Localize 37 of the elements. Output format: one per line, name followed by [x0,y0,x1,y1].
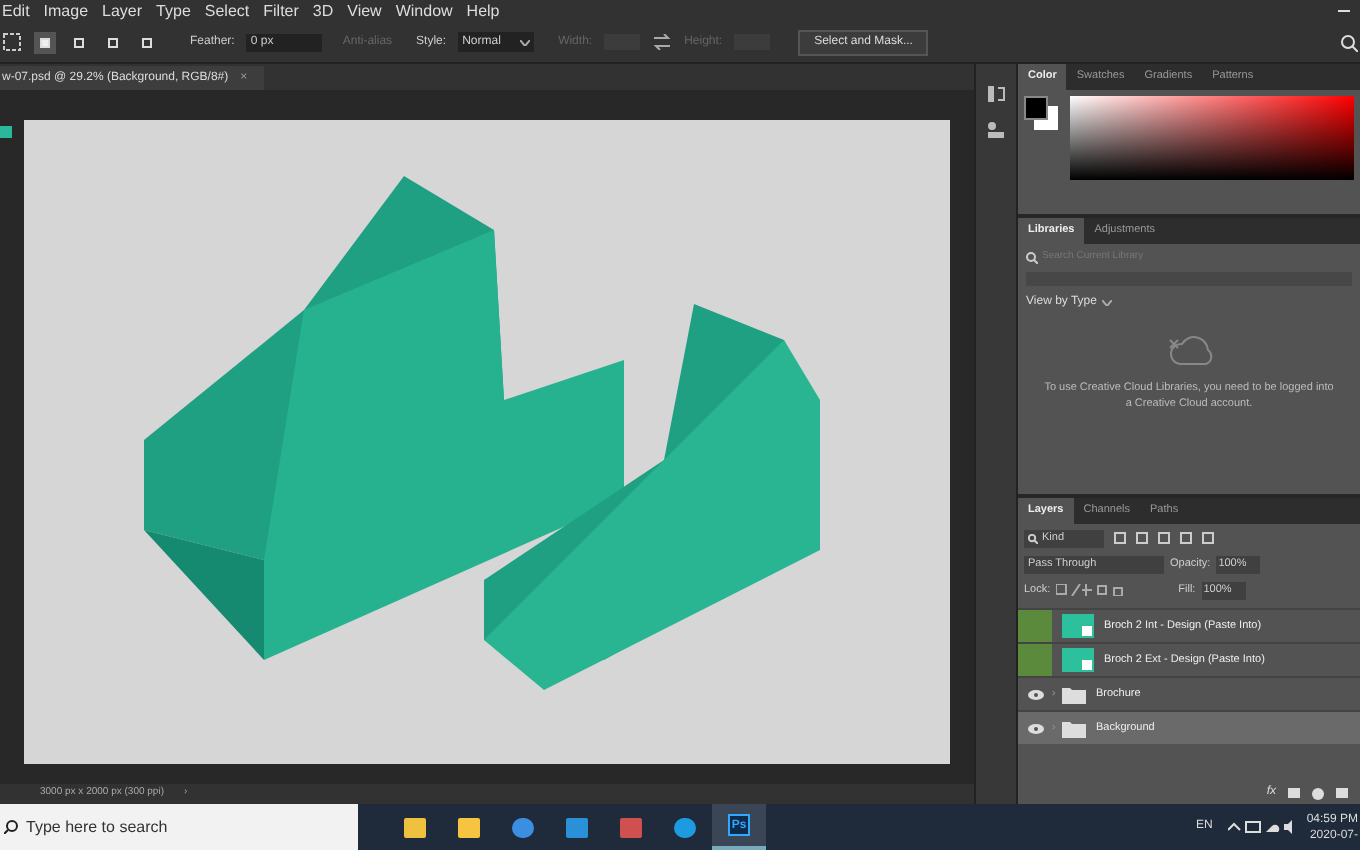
search-icon[interactable] [1340,33,1358,51]
menu-item[interactable]: Select [204,3,250,19]
menu-item[interactable]: Edit [2,3,30,19]
lock-icons[interactable] [1056,584,1125,596]
layer-thumbnail-icon [1062,614,1094,638]
selection-mode-button[interactable] [34,31,56,53]
search-icon [1026,252,1038,264]
color-field[interactable] [1070,96,1354,180]
foreground-background-swatch[interactable] [1024,96,1064,136]
menu-item[interactable]: Layer [102,3,143,19]
marquee-icon[interactable] [2,32,22,52]
smart-filter-icon[interactable] [1202,532,1214,544]
creative-cloud-icon [1165,336,1213,368]
menu-item[interactable]: 3D [312,3,334,19]
eye-icon[interactable] [1027,723,1043,733]
pixel-filter-icon[interactable] [1114,532,1126,544]
menu-item[interactable]: Image [43,3,89,19]
swap-icon[interactable] [652,34,673,50]
tray-icons[interactable] [1228,820,1297,834]
taskbar-search-box[interactable]: Type here to search [0,804,358,850]
caret-icon [520,39,531,45]
menu-item[interactable]: View [347,3,382,19]
search-icon [1028,533,1038,543]
eye-icon[interactable] [1027,689,1043,699]
menu-item[interactable]: Type [156,3,191,19]
taskbar-search-field[interactable]: Type here to search [26,815,354,839]
adjust-filter-icon[interactable] [1136,532,1148,544]
color-swatch[interactable] [0,126,12,138]
adjustment-icon[interactable] [1312,787,1324,799]
layer-thumbnail-icon [1062,648,1094,672]
caret-icon [1102,300,1113,306]
shape-filter-icon[interactable] [1180,532,1192,544]
menu-item[interactable]: Filter [263,3,299,19]
menu-item[interactable]: Help [466,3,500,19]
menu-item[interactable]: Window [395,3,453,19]
type-filter-icon[interactable] [1158,532,1170,544]
search-icon [4,820,18,834]
